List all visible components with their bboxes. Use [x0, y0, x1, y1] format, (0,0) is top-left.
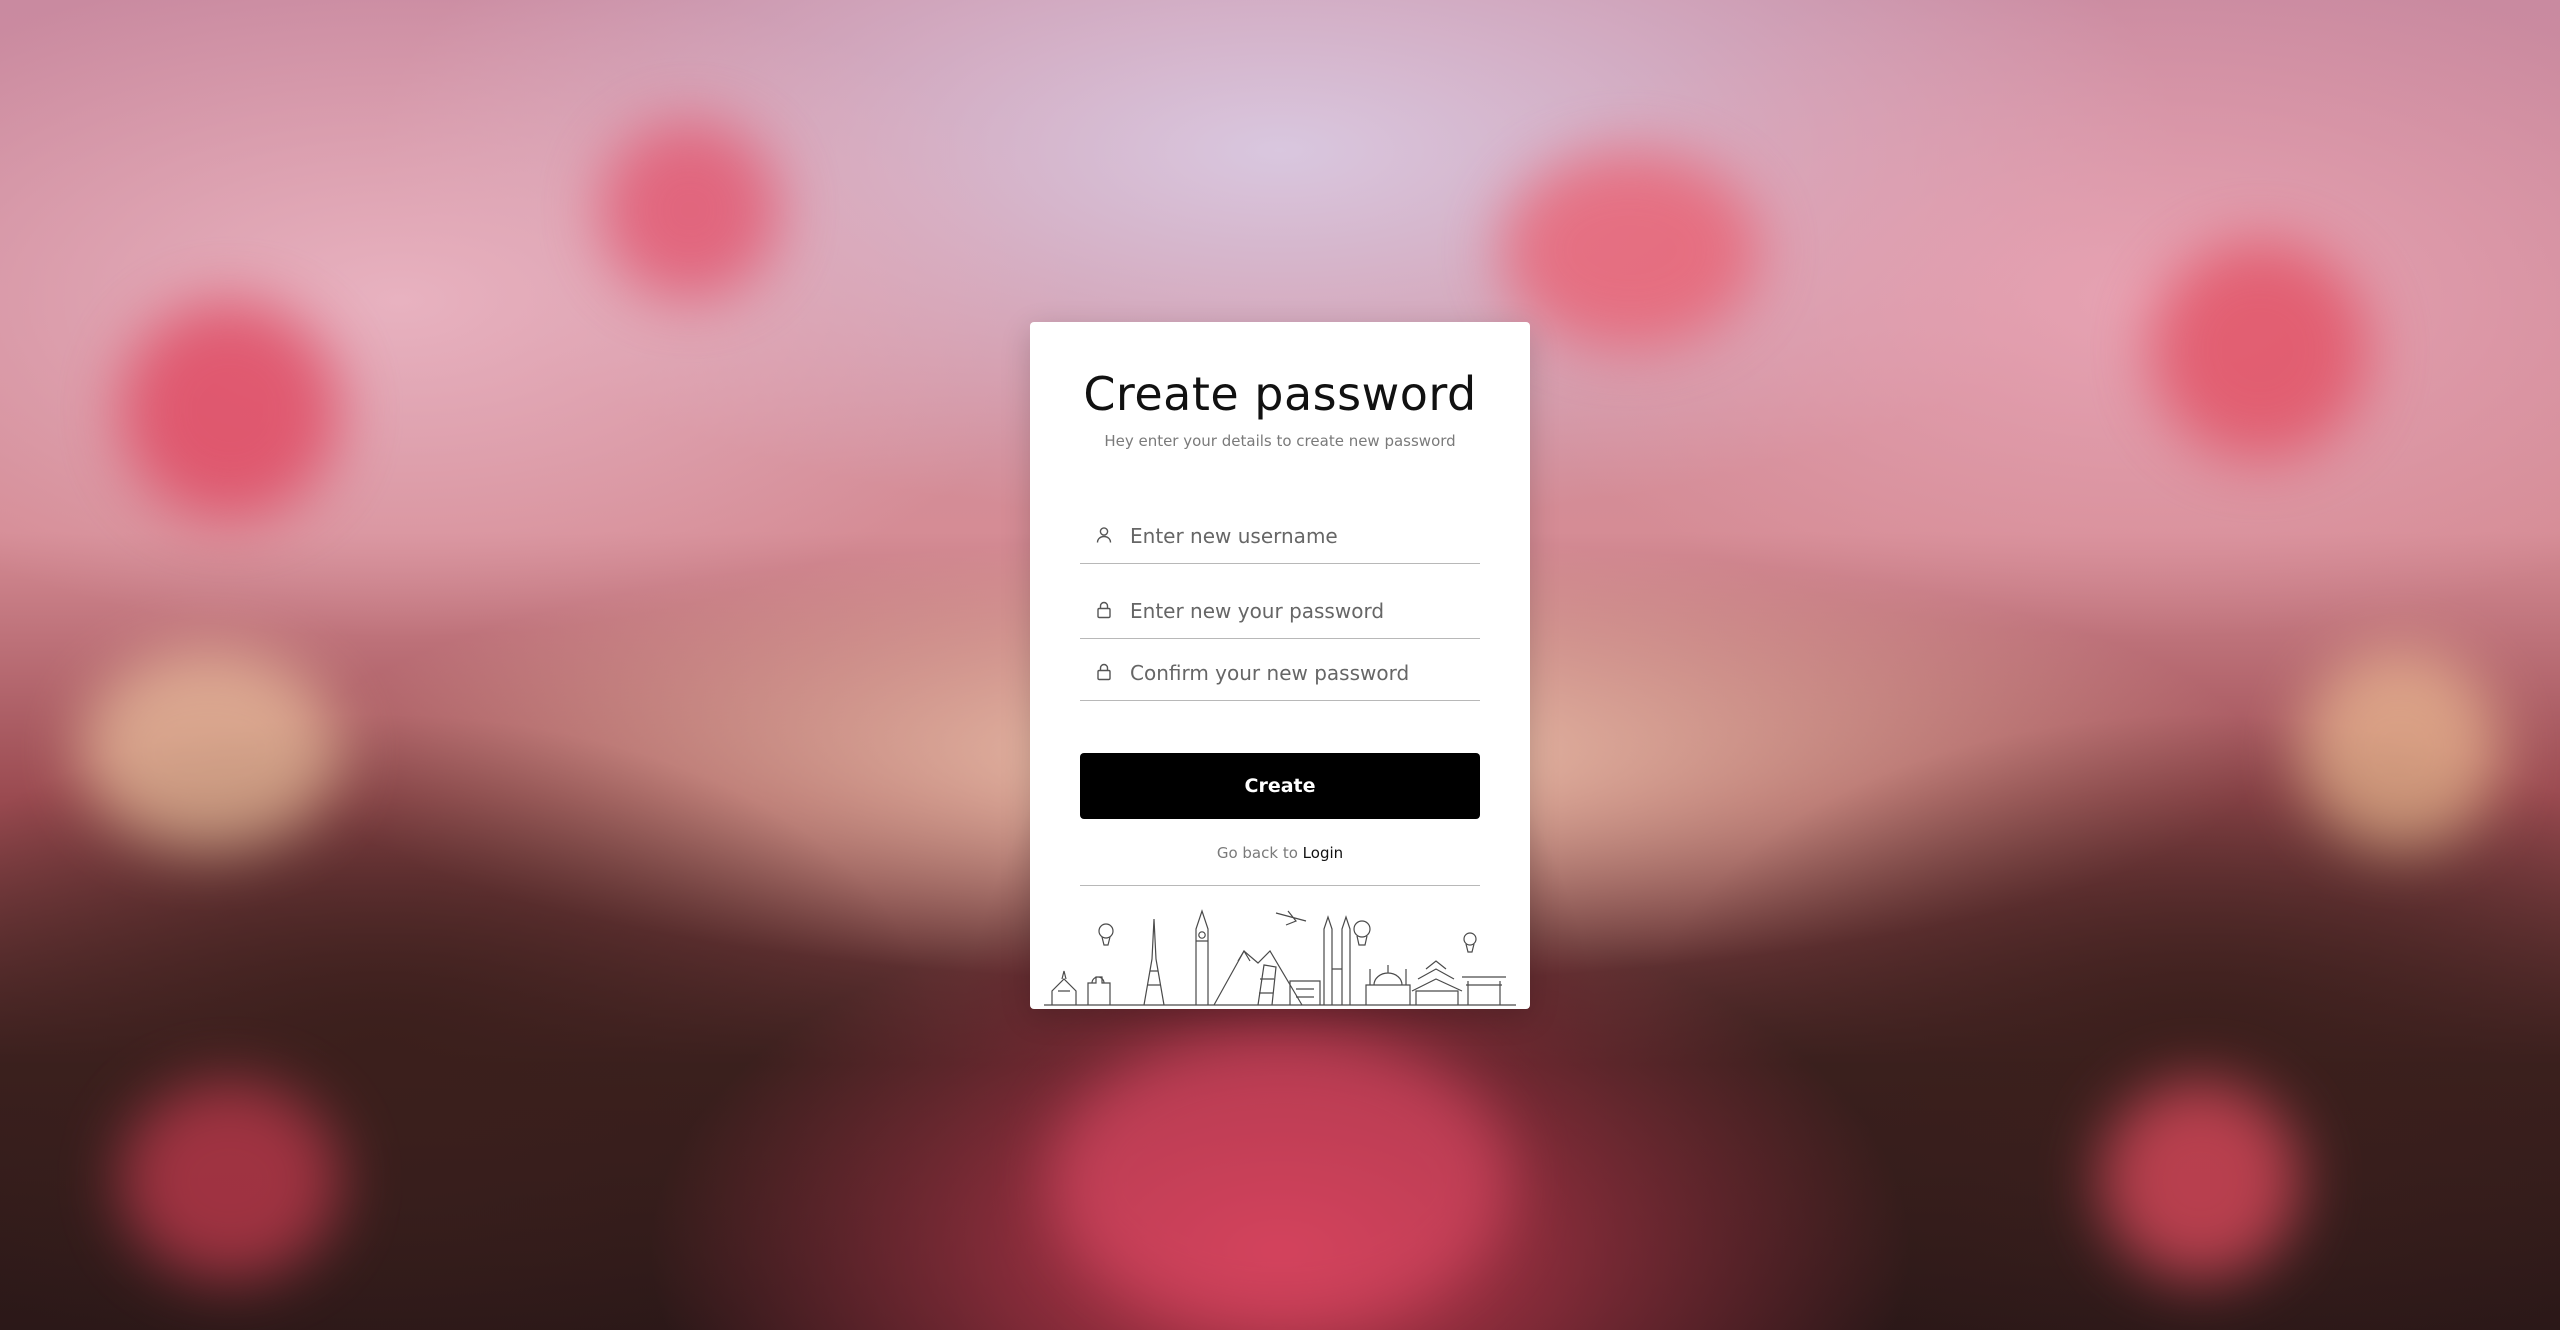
back-to-login: Go back to Login — [1030, 844, 1530, 862]
new-password-input[interactable] — [1130, 592, 1470, 630]
confirm-password-field-group — [1080, 646, 1480, 701]
confirm-password-input[interactable] — [1130, 654, 1470, 692]
login-link[interactable]: Login — [1303, 844, 1343, 862]
lock-icon — [1097, 663, 1111, 681]
lock-icon — [1097, 601, 1111, 619]
password-field-group — [1080, 584, 1480, 639]
world-landmarks-illustration — [1044, 909, 1516, 1006]
user-icon — [1096, 527, 1112, 543]
username-input[interactable] — [1130, 517, 1470, 555]
create-button[interactable]: Create — [1080, 753, 1480, 819]
username-field-group — [1080, 509, 1480, 564]
back-text: Go back to — [1216, 844, 1298, 862]
